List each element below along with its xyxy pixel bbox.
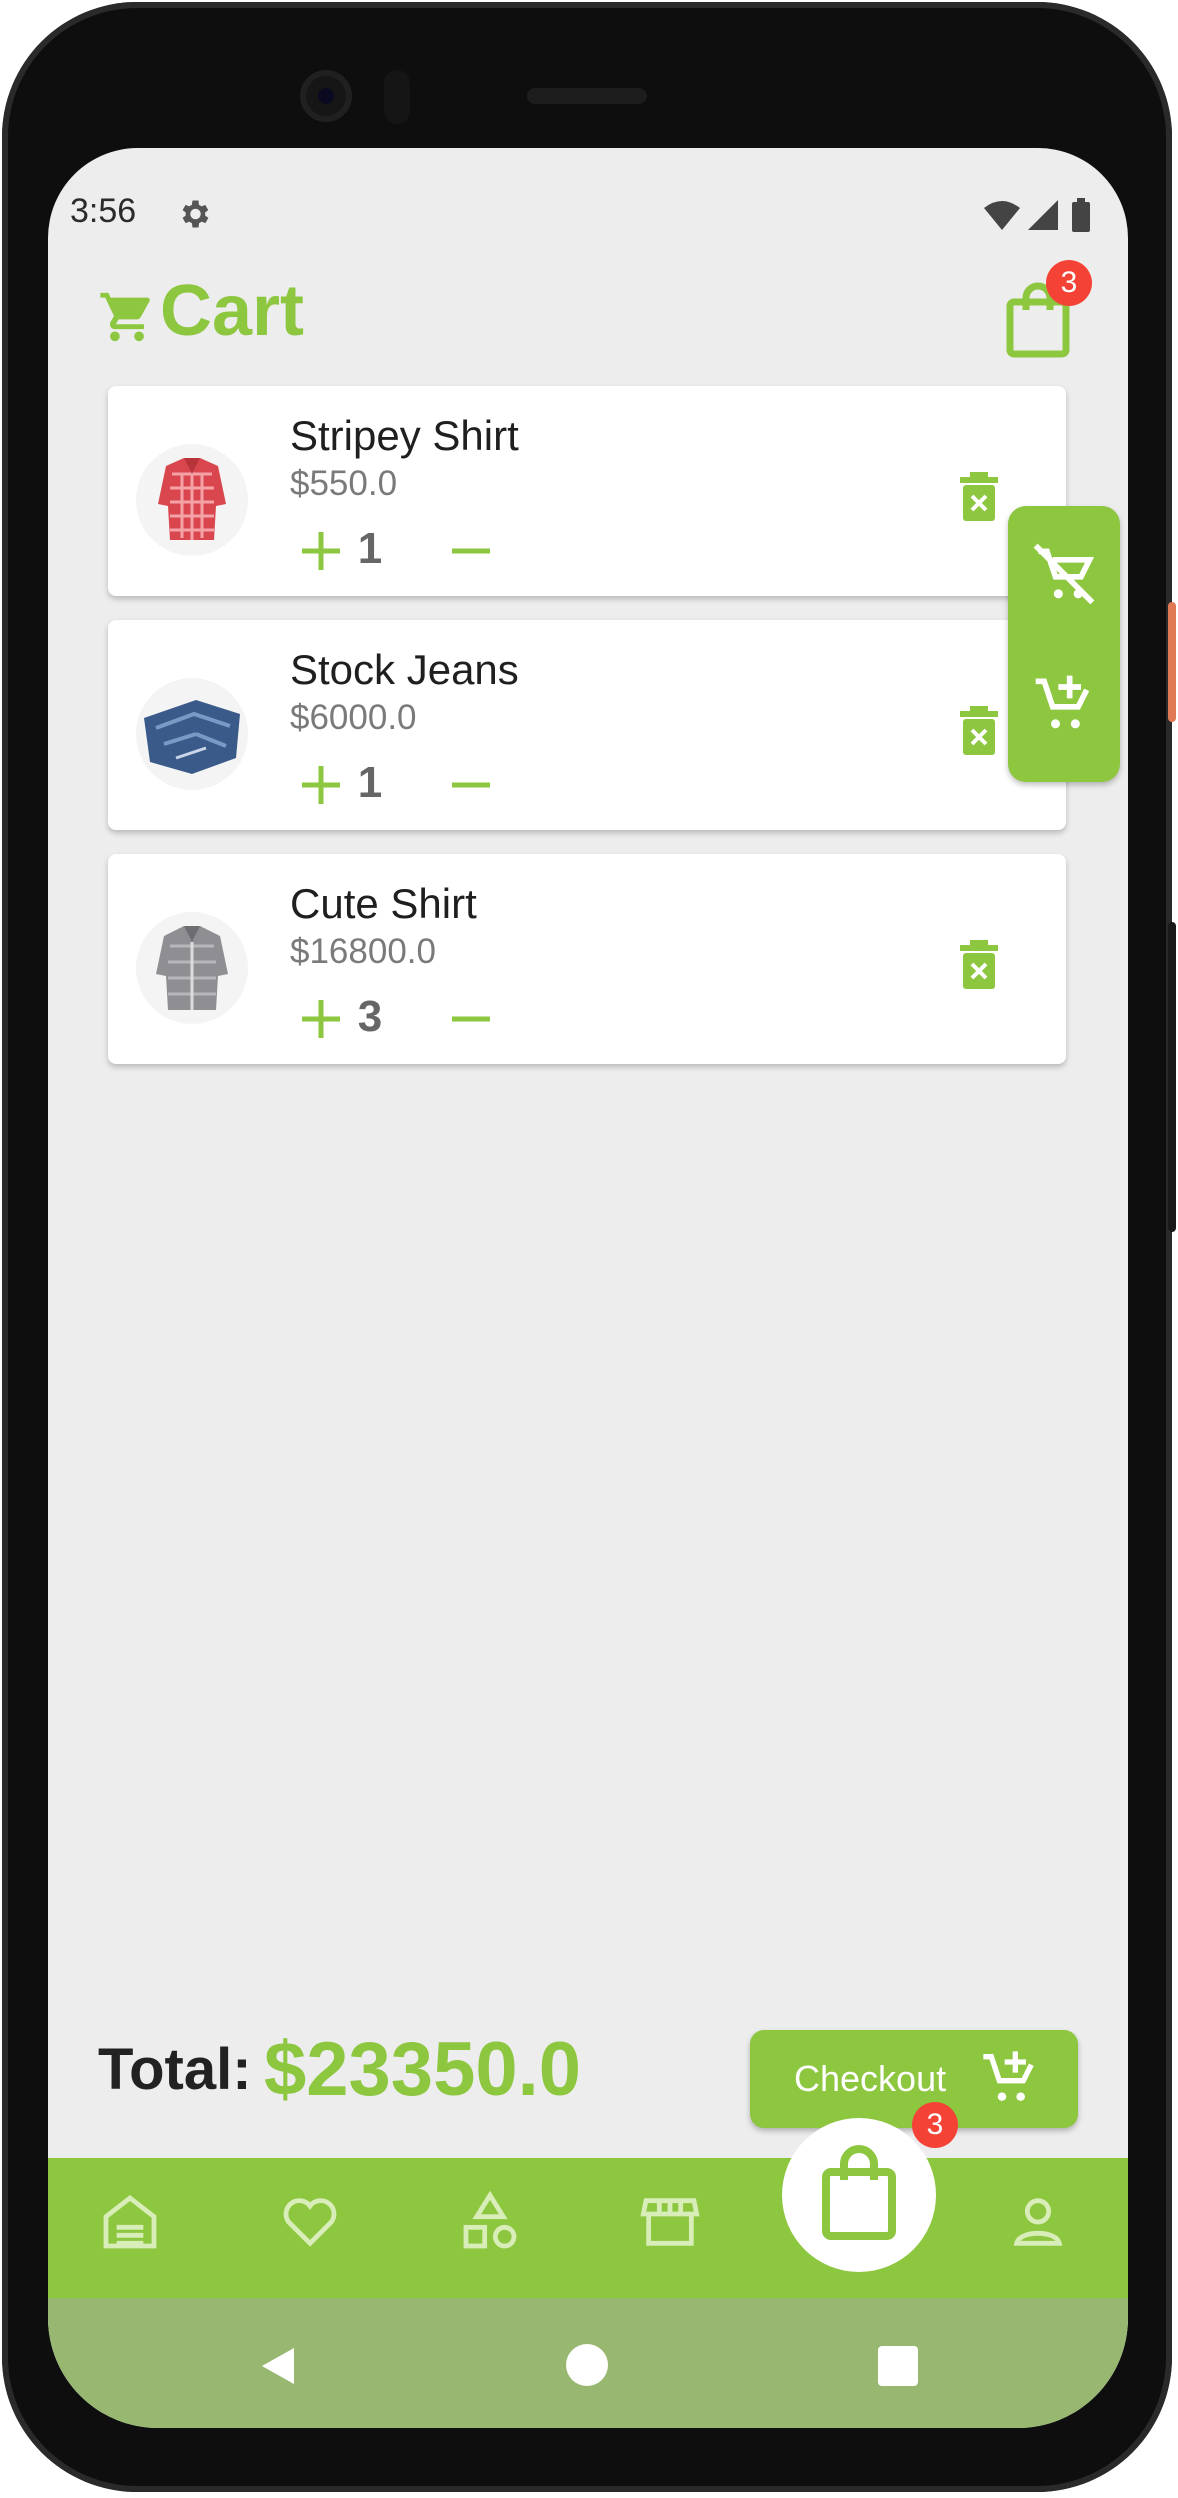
proximity-sensor <box>384 70 410 124</box>
nav-shopping-bag-icon <box>822 2145 896 2240</box>
quantity-value: 1 <box>357 524 383 573</box>
nav-categories-icon[interactable] <box>458 2190 522 2254</box>
cart-item[interactable]: Stripey Shirt $550.0 1 <box>108 386 1066 596</box>
system-home-button[interactable] <box>566 2344 608 2386</box>
decrease-quantity-minus-icon[interactable] <box>448 528 494 574</box>
delete-item-trash-icon[interactable] <box>958 704 1000 756</box>
cart-logo-icon <box>100 292 150 342</box>
phone-frame: 3:56 Cart 3 Stripey Shirt $550.0 1 Stock… <box>2 2 1176 2492</box>
nav-favorites-heart-icon[interactable] <box>278 2190 342 2254</box>
checkout-cart-icon <box>983 2051 1034 2101</box>
nav-store-icon[interactable] <box>638 2190 702 2254</box>
gray-shirt-image <box>156 926 228 1010</box>
product-thumbnail <box>136 678 248 790</box>
cart-actions-panel <box>1008 506 1120 782</box>
decrease-quantity-minus-icon[interactable] <box>448 762 494 808</box>
nav-home-icon[interactable] <box>98 2190 162 2254</box>
system-status-icons <box>984 198 1090 232</box>
signal-icon <box>1028 200 1058 230</box>
status-time: 3:56 <box>70 192 137 230</box>
cart-item[interactable]: Stock Jeans $6000.0 1 <box>108 620 1066 830</box>
header-cart-badge: 3 <box>1046 260 1092 306</box>
battery-icon <box>1072 202 1090 232</box>
red-shirt-image <box>158 458 226 540</box>
wifi-icon <box>984 201 1020 230</box>
app-screen: 3:56 Cart 3 Stripey Shirt $550.0 1 Stock… <box>48 148 1128 2428</box>
increase-quantity-plus-icon[interactable] <box>298 996 344 1042</box>
settings-gear-icon <box>182 200 209 228</box>
page-title: Cart <box>160 271 305 351</box>
system-back-icon[interactable] <box>254 2342 302 2390</box>
system-recents-button[interactable] <box>878 2346 918 2386</box>
volume-button <box>1168 922 1176 1232</box>
product-thumbnail <box>136 912 248 1024</box>
quantity-value: 3 <box>357 992 383 1041</box>
front-camera <box>300 70 352 122</box>
product-name: Stock Jeans <box>290 646 519 693</box>
decrease-quantity-minus-icon[interactable] <box>448 996 494 1042</box>
status-bar: 3:56 <box>48 148 1128 238</box>
product-price: $6000.0 <box>290 698 417 737</box>
quantity-value: 1 <box>357 758 383 807</box>
product-price: $16800.0 <box>290 932 436 971</box>
nav-profile-icon[interactable] <box>1006 2190 1070 2254</box>
cart-item[interactable]: Cute Shirt $16800.0 3 <box>108 854 1066 1064</box>
jeans-image <box>144 700 240 774</box>
power-button <box>1168 602 1176 722</box>
bottom-navigation-bar <box>48 2158 1128 2298</box>
add-to-cart-icon[interactable] <box>1030 670 1098 738</box>
product-thumbnail <box>136 444 248 556</box>
delete-item-trash-icon[interactable] <box>958 938 1000 990</box>
product-price: $550.0 <box>290 464 398 503</box>
delete-item-trash-icon[interactable] <box>958 470 1000 522</box>
nav-cart-active-button[interactable] <box>782 2118 936 2272</box>
product-name: Stripey Shirt <box>290 412 519 459</box>
clear-cart-icon[interactable] <box>1030 540 1098 608</box>
nav-cart-badge: 3 <box>912 2102 958 2148</box>
earpiece-speaker <box>527 88 647 104</box>
product-name: Cute Shirt <box>290 880 477 927</box>
total-value: $23350.0 <box>264 2027 581 2112</box>
increase-quantity-plus-icon[interactable] <box>298 762 344 808</box>
total-label: Total: <box>98 2037 252 2102</box>
header-cart-button[interactable]: 3 <box>1004 260 1092 358</box>
checkout-label: Checkout <box>794 2058 947 2099</box>
increase-quantity-plus-icon[interactable] <box>298 528 344 574</box>
